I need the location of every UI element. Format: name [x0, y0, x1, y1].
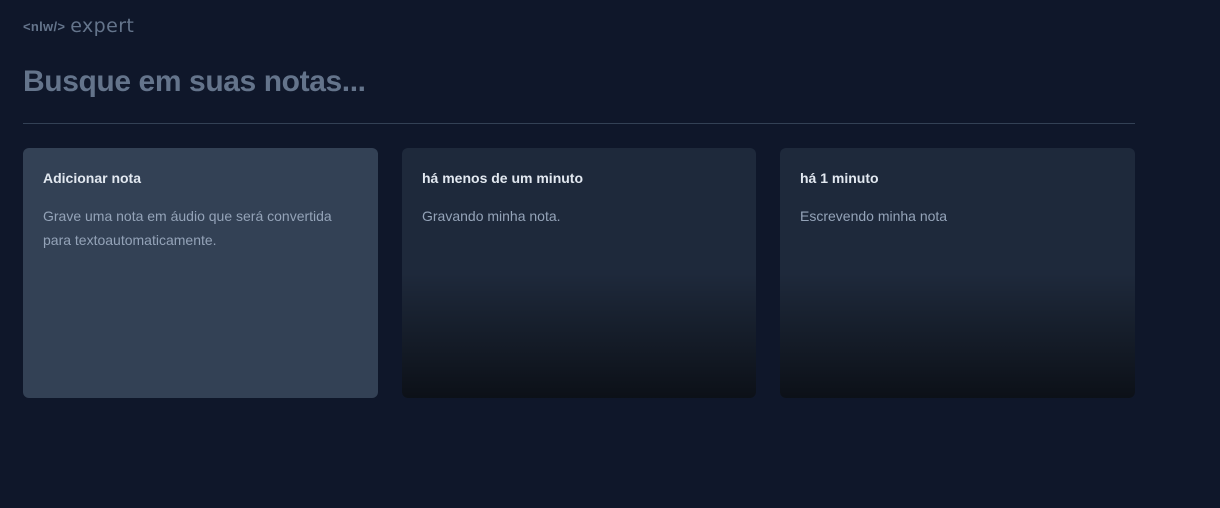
add-note-description: Grave uma nota em áudio que será convert… — [43, 208, 332, 248]
app-page: <nlw/> expert Adicionar nota Grave uma n… — [0, 0, 1220, 508]
add-note-title: Adicionar nota — [43, 170, 142, 186]
nlw-expert-logo: <nlw/> expert — [23, 14, 134, 38]
note-date: há menos de um minuto — [422, 170, 584, 186]
divider — [23, 123, 1135, 124]
note-content: Escrevendo minha nota — [800, 208, 948, 224]
note-card[interactable]: há menos de um minuto Gravando minha not… — [402, 148, 756, 398]
note-date: há 1 minuto — [800, 170, 879, 186]
add-note-card[interactable]: Adicionar nota Grave uma nota em áudio q… — [23, 148, 378, 398]
search-input[interactable] — [23, 60, 1135, 104]
note-card[interactable]: há 1 minuto Escrevendo minha nota — [780, 148, 1135, 398]
note-content: Gravando minha nota. — [422, 208, 561, 224]
logo-word: expert — [70, 15, 135, 37]
logo-tag: <nlw/> — [23, 18, 66, 34]
